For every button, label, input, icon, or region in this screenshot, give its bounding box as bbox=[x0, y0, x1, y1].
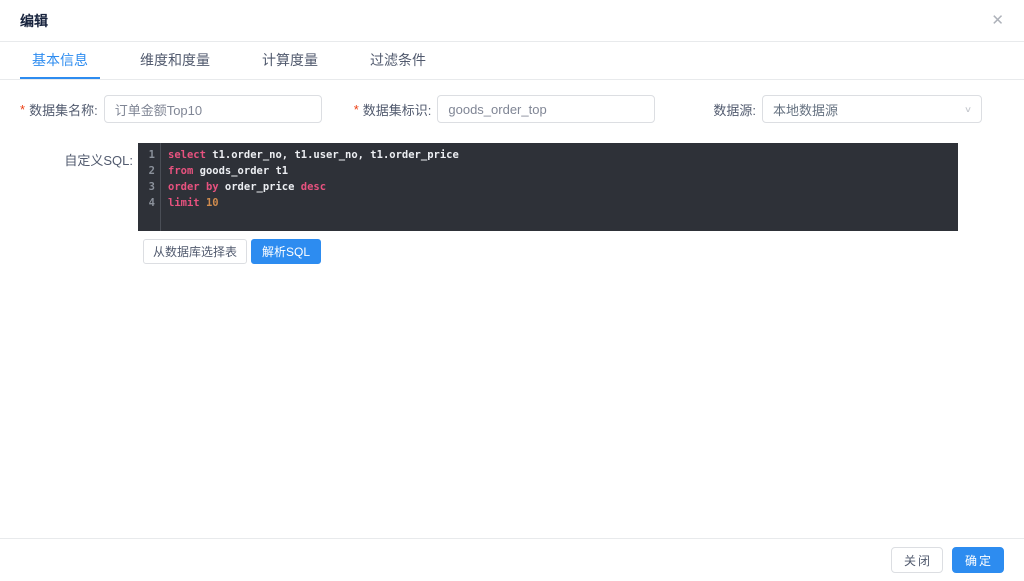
parse-sql-button[interactable]: 解析SQL bbox=[251, 239, 322, 264]
code-line: limit 10 bbox=[168, 197, 219, 209]
edit-dataset-dialog: 编辑 ✕ 基本信息 维度和度量 计算度量 过滤条件 * 数据集名称: * 数据集… bbox=[0, 0, 1024, 581]
line-number: 2 bbox=[148, 165, 155, 177]
datasource-item: 数据源: 本地数据源 ∨ bbox=[713, 95, 982, 123]
required-asterisk: * bbox=[20, 101, 26, 117]
line-number: 1 bbox=[148, 149, 155, 161]
code-line: from goods_order t1 bbox=[168, 165, 289, 177]
dialog-title: 编辑 bbox=[20, 12, 48, 29]
close-icon[interactable]: ✕ bbox=[991, 13, 1004, 28]
datasource-selected-value: 本地数据源 bbox=[773, 102, 839, 118]
tab-filter-conditions[interactable]: 过滤条件 bbox=[358, 42, 438, 79]
code-line: order by order_price desc bbox=[168, 181, 327, 193]
tab-calculated-measures[interactable]: 计算度量 bbox=[250, 42, 330, 79]
dataset-name-input[interactable] bbox=[103, 95, 322, 123]
custom-sql-row: 自定义SQL: 1 2 3 4 select t1.order_no, t1.user… bbox=[0, 143, 1024, 231]
code-line: select t1.order_no, t1.user_no, t1.order… bbox=[168, 149, 459, 161]
line-number: 4 bbox=[148, 197, 155, 209]
dataset-code-input[interactable] bbox=[437, 95, 656, 123]
dialog-footer: 关闭 确定 bbox=[0, 538, 1024, 581]
dataset-form-row: * 数据集名称: * 数据集标识: 数据源: 本地数据源 ∨ bbox=[20, 95, 1004, 123]
tabs-bar: 基本信息 维度和度量 计算度量 过滤条件 bbox=[0, 42, 1024, 80]
dataset-code-item: * 数据集标识: bbox=[354, 95, 656, 123]
dataset-name-item: * 数据集名称: bbox=[20, 95, 322, 123]
required-asterisk: * bbox=[353, 101, 359, 117]
sql-editor[interactable]: 1 2 3 4 select t1.order_no, t1.user_no, t1.… bbox=[138, 143, 958, 231]
tab-dimensions-measures[interactable]: 维度和度量 bbox=[128, 42, 222, 79]
line-number: 3 bbox=[148, 181, 155, 193]
sql-buttons-row: 从数据库选择表 解析SQL bbox=[143, 239, 1024, 264]
dialog-header: 编辑 ✕ bbox=[0, 0, 1024, 42]
dataset-code-label: 数据集标识: bbox=[362, 102, 432, 118]
custom-sql-label: 自定义SQL: bbox=[64, 153, 133, 168]
sql-gutter: 1 2 3 4 bbox=[138, 143, 161, 231]
datasource-select[interactable]: 本地数据源 ∨ bbox=[762, 95, 982, 123]
dataset-name-label: 数据集名称: bbox=[29, 102, 98, 118]
confirm-button[interactable]: 确定 bbox=[951, 547, 1004, 573]
sql-code: select t1.order_no, t1.user_no, t1.order… bbox=[161, 143, 459, 231]
close-button[interactable]: 关闭 bbox=[890, 547, 943, 573]
tab-basic-info[interactable]: 基本信息 bbox=[20, 42, 100, 79]
chevron-down-icon: ∨ bbox=[963, 104, 972, 114]
select-table-from-db-button[interactable]: 从数据库选择表 bbox=[143, 239, 248, 264]
datasource-label: 数据源: bbox=[713, 102, 756, 118]
